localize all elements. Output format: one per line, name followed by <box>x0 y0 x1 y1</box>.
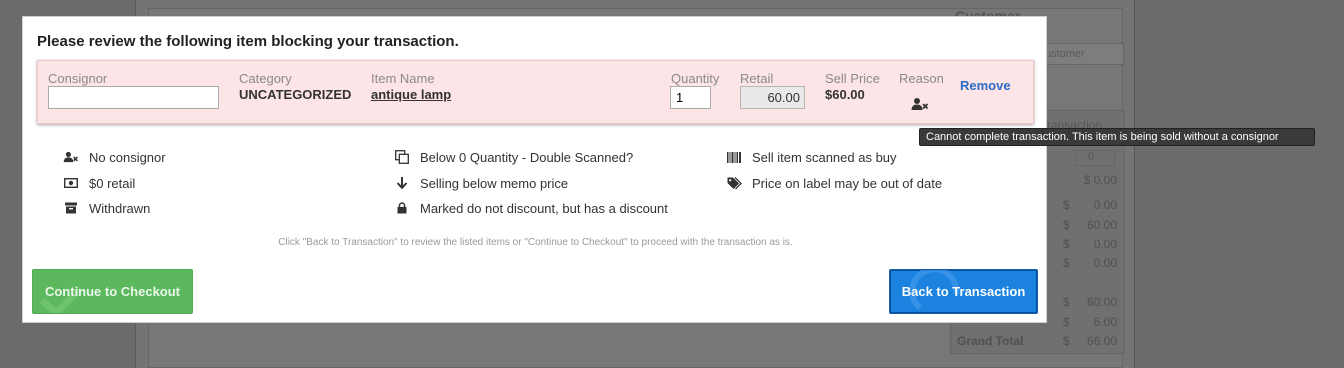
retail-field <box>740 86 805 109</box>
reason-column-label: Reason <box>899 71 944 86</box>
consignor-input[interactable] <box>48 86 219 109</box>
remove-link[interactable]: Remove <box>960 78 1011 93</box>
legend-item-below-zero-quantity: Below 0 Quantity - Double Scanned? <box>394 148 633 166</box>
legend-label: Price on label may be out of date <box>752 175 943 191</box>
dialog-title: Please review the following item blockin… <box>37 33 459 50</box>
category-column-label: Category <box>239 71 292 86</box>
retail-column-label: Retail <box>740 71 774 86</box>
category-value: UNCATEGORIZED <box>239 87 352 102</box>
continue-to-checkout-button[interactable]: Continue to Checkout <box>32 269 193 314</box>
legend-label: Sell item scanned as buy <box>752 149 897 165</box>
legend-label: $0 retail <box>89 175 136 191</box>
legend-item-do-not-discount: Marked do not discount, but has a discou… <box>394 199 668 217</box>
legend-label: Withdrawn <box>89 200 151 216</box>
sell-price-value: $60.00 <box>825 87 865 102</box>
copy-icon <box>394 150 410 164</box>
user-x-icon[interactable] <box>911 97 929 111</box>
item-name-column-label: Item Name <box>371 71 435 86</box>
back-to-transaction-button[interactable]: Back to Transaction <box>889 269 1038 314</box>
legend-label: Below 0 Quantity - Double Scanned? <box>420 149 634 165</box>
barcode-icon <box>726 150 742 164</box>
legend-item-zero-retail: $0 retail <box>63 174 135 192</box>
back-button-label: Back to Transaction <box>901 284 1026 299</box>
legend-label: Marked do not discount, but has a discou… <box>420 200 668 216</box>
lock-icon <box>394 201 410 215</box>
arrow-down-icon <box>394 176 410 190</box>
legend-label: No consignor <box>89 149 166 165</box>
background-qty-field: 0 <box>1075 150 1115 166</box>
money-icon <box>63 176 79 190</box>
legend-item-withdrawn: Withdrawn <box>63 199 150 217</box>
continue-button-label: Continue to Checkout <box>44 284 181 299</box>
reason-tooltip: Cannot complete transaction. This item i… <box>919 128 1315 146</box>
legend-item-label-price-outdated: Price on label may be out of date <box>726 174 942 192</box>
tags-icon <box>726 176 742 190</box>
quantity-column-label: Quantity <box>671 71 720 86</box>
legend-item-scanned-as-buy: Sell item scanned as buy <box>726 148 897 166</box>
blocking-item-row: Consignor Category UNCATEGORIZED Item Na… <box>37 60 1034 124</box>
legend-item-no-consignor: No consignor <box>63 148 166 166</box>
consignor-column-label: Consignor <box>48 71 108 86</box>
legend-label: Selling below memo price <box>420 175 569 191</box>
archive-icon <box>63 201 79 215</box>
sell-price-column-label: Sell Price <box>825 71 880 86</box>
quantity-input[interactable] <box>670 86 711 109</box>
legend-item-below-memo-price: Selling below memo price <box>394 174 568 192</box>
user-x-icon <box>63 150 79 164</box>
item-name-link[interactable]: antique lamp <box>371 87 451 102</box>
instruction-note: Click "Back to Transaction" to review th… <box>278 237 793 248</box>
blocking-items-dialog: Please review the following item blockin… <box>22 16 1047 323</box>
